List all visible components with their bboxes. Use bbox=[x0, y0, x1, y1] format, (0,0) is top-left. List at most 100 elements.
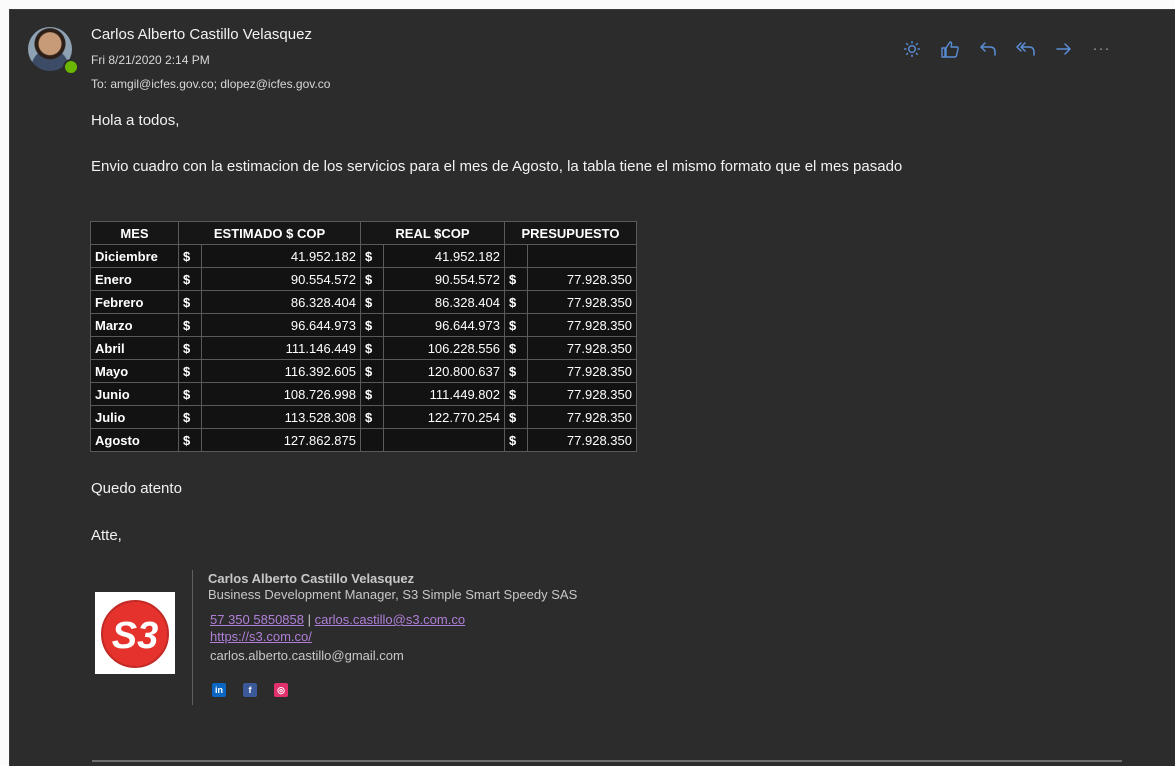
website-link[interactable]: https://s3.com.co/ bbox=[210, 629, 312, 644]
cell-estimado: 108.726.998 bbox=[201, 382, 361, 406]
message-toolbar: ··· bbox=[900, 37, 1113, 60]
company-logo: S3 bbox=[95, 592, 175, 674]
table-header-row: MES ESTIMADO $ COP REAL $COP PRESUPUESTO bbox=[90, 221, 637, 245]
forward-icon[interactable] bbox=[1052, 37, 1075, 60]
cell-presupuesto: 77.928.350 bbox=[527, 405, 637, 429]
svg-text:S3: S3 bbox=[112, 615, 158, 657]
personal-email: carlos.alberto.castillo@gmail.com bbox=[210, 648, 404, 663]
signature-name: Carlos Alberto Castillo Velasquez bbox=[208, 571, 415, 586]
cell-presupuesto-currency: $ bbox=[504, 405, 528, 429]
cell-mes: Enero bbox=[90, 267, 179, 291]
like-icon[interactable] bbox=[938, 37, 961, 60]
cell-estimado: 90.554.572 bbox=[201, 267, 361, 291]
cell-presupuesto: 77.928.350 bbox=[527, 313, 637, 337]
cell-real-currency: $ bbox=[360, 382, 384, 406]
recipients-line: To: amgil@icfes.gov.co; dlopez@icfes.gov… bbox=[91, 77, 330, 91]
cell-estimado-currency: $ bbox=[178, 405, 202, 429]
cell-real bbox=[383, 428, 505, 452]
cell-estimado: 41.952.182 bbox=[201, 244, 361, 268]
cell-real-currency: $ bbox=[360, 267, 384, 291]
sender-name[interactable]: Carlos Alberto Castillo Velasquez bbox=[91, 26, 312, 43]
cell-estimado-currency: $ bbox=[178, 290, 202, 314]
services-table: MES ESTIMADO $ COP REAL $COP PRESUPUESTO… bbox=[90, 221, 637, 452]
table-row: Mayo $116.392.605 $120.800.637 $77.928.350 bbox=[90, 359, 637, 383]
cell-presupuesto-currency: $ bbox=[504, 336, 528, 360]
cell-presupuesto: 77.928.350 bbox=[527, 290, 637, 314]
cell-mes: Abril bbox=[90, 336, 179, 360]
cell-mes: Marzo bbox=[90, 313, 179, 337]
window-frame: Carlos Alberto Castillo Velasquez Fri 8/… bbox=[0, 0, 1175, 766]
cell-estimado: 127.862.875 bbox=[201, 428, 361, 452]
contact-separator: | bbox=[303, 612, 315, 627]
table-row: Junio $108.726.998 $111.449.802 $77.928.350 bbox=[90, 382, 637, 406]
cell-mes: Febrero bbox=[90, 290, 179, 314]
cell-presupuesto: 77.928.350 bbox=[527, 382, 637, 406]
phone-link[interactable]: 57 350 5850858 bbox=[210, 612, 304, 627]
cell-estimado: 113.528.308 bbox=[201, 405, 361, 429]
linkedin-icon[interactable]: in bbox=[212, 683, 226, 697]
signature-role: Business Development Manager, S3 Simple … bbox=[208, 587, 578, 602]
cell-presupuesto: 77.928.350 bbox=[527, 428, 637, 452]
cell-estimado: 116.392.605 bbox=[201, 359, 361, 383]
cell-real-currency: $ bbox=[360, 290, 384, 314]
cell-mes: Junio bbox=[90, 382, 179, 406]
cell-mes: Julio bbox=[90, 405, 179, 429]
header-real: REAL $COP bbox=[360, 221, 505, 245]
cell-real: 86.328.404 bbox=[383, 290, 505, 314]
cell-estimado-currency: $ bbox=[178, 336, 202, 360]
cell-presupuesto-currency: $ bbox=[504, 382, 528, 406]
greeting-text: Hola a todos, bbox=[91, 112, 180, 129]
cell-real-currency bbox=[360, 428, 384, 452]
cell-real-currency: $ bbox=[360, 359, 384, 383]
cell-real: 96.644.973 bbox=[383, 313, 505, 337]
header-mes: MES bbox=[90, 221, 179, 245]
cell-presupuesto-currency: $ bbox=[504, 267, 528, 291]
more-icon[interactable]: ··· bbox=[1090, 37, 1113, 60]
email-link[interactable]: carlos.castillo@s3.com.co bbox=[315, 612, 465, 627]
header-estimado: ESTIMADO $ COP bbox=[178, 221, 361, 245]
table-row: Abril $111.146.449 $106.228.556 $77.928.350 bbox=[90, 336, 637, 360]
cell-real: 41.952.182 bbox=[383, 244, 505, 268]
cell-presupuesto-currency: $ bbox=[504, 313, 528, 337]
cell-real-currency: $ bbox=[360, 313, 384, 337]
cell-presupuesto: 77.928.350 bbox=[527, 336, 637, 360]
cell-estimado-currency: $ bbox=[178, 359, 202, 383]
recipients[interactable]: amgil@icfes.gov.co; dlopez@icfes.gov.co bbox=[110, 77, 330, 91]
reply-icon[interactable] bbox=[976, 37, 999, 60]
sent-date: Fri 8/21/2020 2:14 PM bbox=[91, 53, 210, 67]
table-row: Enero $90.554.572 $90.554.572 $77.928.350 bbox=[90, 267, 637, 291]
cell-estimado-currency: $ bbox=[178, 267, 202, 291]
header-presupuesto: PRESUPUESTO bbox=[504, 221, 637, 245]
bottom-divider bbox=[92, 760, 1122, 762]
closing-text: Quedo atento bbox=[91, 480, 182, 497]
signature-contact-line: 57 350 5850858 | carlos.castillo@s3.com.… bbox=[210, 612, 465, 627]
table-row: Diciembre $41.952.182 $41.952.182 bbox=[90, 244, 637, 268]
instagram-icon[interactable]: ◎ bbox=[274, 683, 288, 697]
cell-mes: Mayo bbox=[90, 359, 179, 383]
cell-estimado-currency: $ bbox=[178, 313, 202, 337]
cell-presupuesto-currency: $ bbox=[504, 359, 528, 383]
cell-estimado: 111.146.449 bbox=[201, 336, 361, 360]
message-text: Envio cuadro con la estimacion de los se… bbox=[91, 158, 903, 175]
cell-presupuesto: 77.928.350 bbox=[527, 359, 637, 383]
table-row: Agosto $127.862.875 $77.928.350 bbox=[90, 428, 637, 452]
cell-presupuesto-currency: $ bbox=[504, 428, 528, 452]
cell-real: 122.770.254 bbox=[383, 405, 505, 429]
cell-presupuesto-currency bbox=[504, 244, 528, 268]
signoff-text: Atte, bbox=[91, 527, 122, 544]
table-row: Julio $113.528.308 $122.770.254 $77.928.350 bbox=[90, 405, 637, 429]
website-line: https://s3.com.co/ bbox=[210, 629, 312, 644]
table-row: Marzo $96.644.973 $96.644.973 $77.928.350 bbox=[90, 313, 637, 337]
cell-presupuesto bbox=[527, 244, 637, 268]
cell-presupuesto: 77.928.350 bbox=[527, 267, 637, 291]
facebook-icon[interactable]: f bbox=[243, 683, 257, 697]
cell-estimado: 86.328.404 bbox=[201, 290, 361, 314]
sun-icon[interactable] bbox=[900, 37, 923, 60]
cell-real: 106.228.556 bbox=[383, 336, 505, 360]
cell-mes: Agosto bbox=[90, 428, 179, 452]
cell-real: 90.554.572 bbox=[383, 267, 505, 291]
cell-estimado-currency: $ bbox=[178, 382, 202, 406]
cell-estimado: 96.644.973 bbox=[201, 313, 361, 337]
cell-real: 111.449.802 bbox=[383, 382, 505, 406]
reply-all-icon[interactable] bbox=[1014, 37, 1037, 60]
